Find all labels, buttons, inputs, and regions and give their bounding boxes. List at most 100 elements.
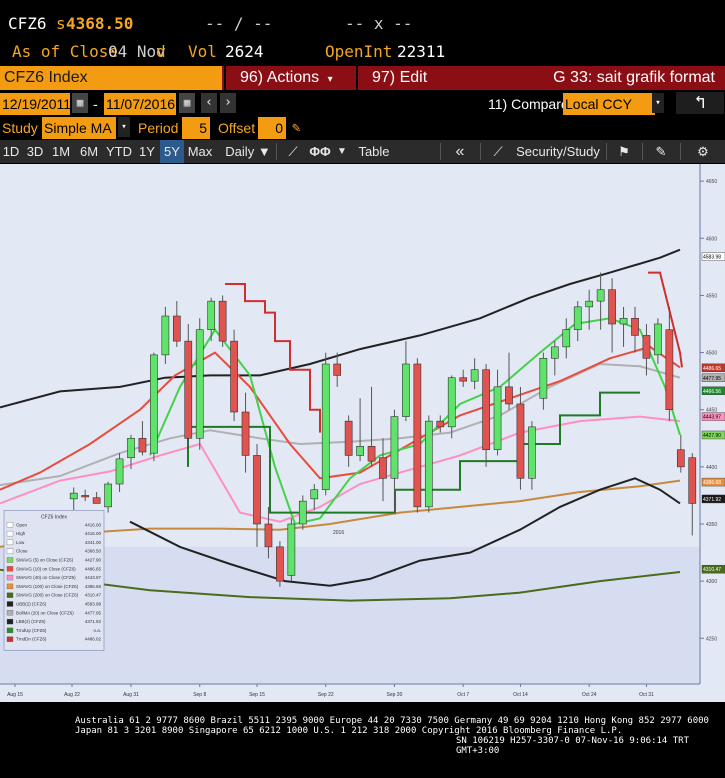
start-date-input[interactable]: 12/19/2011: [0, 93, 71, 115]
up-candle: [69, 492, 78, 500]
price-tag-label: 4386.68: [703, 480, 721, 486]
y-tick-label: 4300: [706, 579, 717, 585]
chevron-down-icon: ▼: [257, 144, 271, 159]
line-chart-icon[interactable]: ⟋: [282, 140, 304, 163]
study-label: Study: [2, 120, 38, 136]
price-tag-label: 4371.92: [703, 497, 721, 503]
next-arrow-icon[interactable]: ›: [220, 93, 236, 113]
x-tick-label: Oct 7: [457, 692, 469, 698]
legend-swatch: [6, 548, 14, 554]
price-tag-label: 4443.97: [703, 415, 721, 421]
x-tick-label: Aug 31: [123, 692, 139, 698]
footer-line-1: Australia 61 2 9777 8600 Brazil 5511 239…: [75, 716, 709, 726]
compare-label: 11) Compare: [488, 96, 569, 112]
period-input[interactable]: 5: [182, 117, 210, 139]
down-candle: [344, 420, 353, 456]
back-arrow-icon[interactable]: ↰: [676, 92, 724, 114]
actions-menu[interactable]: 96) Actions ▾: [224, 66, 354, 90]
down-candle: [184, 340, 193, 439]
legend-value: 4416.00: [85, 531, 102, 536]
up-candle: [654, 323, 662, 356]
chart-study-icon[interactable]: ⟋: [488, 140, 508, 163]
down-candle: [608, 289, 616, 325]
price-prefix: s: [56, 14, 66, 33]
legend-label: Open: [16, 522, 28, 527]
edit-icon[interactable]: ✎: [650, 140, 672, 163]
period-button-1m[interactable]: 1M: [48, 140, 74, 163]
period-button-max[interactable]: Max: [186, 140, 214, 163]
compare-select[interactable]: Local CCY: [563, 93, 655, 115]
period-button-6m[interactable]: 6M: [76, 140, 102, 163]
up-candle: [356, 445, 364, 456]
up-candle: [310, 489, 319, 500]
openint-value: 22311: [397, 42, 446, 61]
chart-canvas[interactable]: 465046004550450044504400435043004250Aug …: [0, 164, 725, 702]
period-button-1d[interactable]: 1D: [0, 140, 22, 163]
lower-band: [0, 546, 700, 684]
openint-label: OpenInt: [325, 42, 393, 61]
edit-menu[interactable]: 97) Edit ▾: [356, 66, 434, 109]
gear-icon[interactable]: ⚙: [692, 140, 714, 163]
end-date-input[interactable]: 11/07/2016: [104, 93, 176, 115]
x-tick-label: Oct 31: [639, 692, 654, 698]
legend-value: 4427.90: [85, 557, 102, 562]
quote-line: CFZ6 s 4368.50 -- / -- -- x --: [0, 14, 725, 36]
pct-change: -- x --: [345, 14, 413, 33]
flag-icon[interactable]: ⚑: [614, 140, 634, 163]
y-tick-label: 4350: [706, 522, 717, 528]
actions-label: 96) Actions: [240, 69, 320, 86]
legend-value: 4583.98: [85, 601, 102, 606]
offset-input[interactable]: 0: [258, 117, 286, 139]
down-candle: [379, 457, 387, 479]
chevron-down-icon[interactable]: ▾: [118, 117, 130, 137]
chevron-down-icon[interactable]: ▼: [335, 140, 349, 163]
up-candle: [585, 300, 594, 308]
down-candle: [516, 403, 525, 479]
calendar-icon[interactable]: ▦: [72, 93, 88, 113]
legend-swatch: [6, 592, 14, 598]
prev-arrow-icon[interactable]: ‹: [201, 93, 217, 113]
down-candle: [482, 369, 490, 451]
frequency-label: Daily: [225, 144, 255, 159]
study-select[interactable]: Simple MA: [42, 117, 116, 139]
chevron-down-icon: ▾: [327, 74, 333, 85]
period-button-3d[interactable]: 3D: [24, 140, 46, 163]
study-row: Study Simple MA ▾ Period 5 Offset 0 ✎: [0, 117, 725, 139]
frequency-select[interactable]: Daily ▼: [222, 140, 274, 163]
up-candle: [195, 329, 204, 439]
legend-value: 4386.68: [85, 584, 102, 589]
price-chart[interactable]: 4650 4600 4550 4500 4450 4400 4350 4300 4250 Aug …: [0, 164, 725, 702]
y-tick-label: 4650: [706, 179, 717, 185]
collapse-icon[interactable]: «: [446, 140, 474, 163]
period-button-1y[interactable]: 1Y: [136, 140, 158, 163]
legend-swatch: [6, 610, 14, 616]
legend-value: 4310.47: [85, 593, 102, 598]
table-button[interactable]: Table: [355, 140, 393, 163]
pencil-icon[interactable]: ✎: [292, 117, 300, 139]
legend-label: Low: [16, 540, 25, 545]
period-button-5y[interactable]: 5Y: [160, 140, 184, 163]
candle-chart-icon[interactable]: ΦΦ: [308, 140, 332, 163]
legend-swatch: [6, 530, 14, 537]
legend-swatch: [6, 574, 14, 581]
legend-swatch: [6, 583, 14, 590]
date-range-row: 12/19/2011 ▦ - 11/07/2016 ▦ ‹ › 11) Comp…: [0, 92, 725, 116]
up-candle: [161, 315, 170, 356]
date-separator: -: [93, 96, 98, 112]
down-candle: [505, 386, 513, 405]
legend-value: n.a.: [93, 628, 101, 633]
legend-value: 4368.50: [85, 549, 102, 554]
calendar-icon[interactable]: ▦: [179, 93, 195, 113]
legend-swatch: [6, 557, 14, 563]
vol-label: Vol: [188, 42, 217, 61]
down-candle: [367, 445, 376, 462]
y-tick-label: 4550: [706, 293, 717, 299]
footer-line-3: SN 106219 H257-3307-0 07-Nov-16 9:06:14 …: [456, 736, 689, 756]
security-study-button[interactable]: Security/Study: [516, 140, 600, 163]
x-tick-label: Sep 30: [387, 692, 403, 698]
legend-value: 4486.65: [85, 566, 102, 571]
chart-toolbar: 1D 3D 1M 6M YTD 1Y 5Y Max Daily ▼ ⟋ ΦΦ ▼ Table …: [0, 140, 725, 163]
chevron-down-icon[interactable]: ▾: [652, 93, 664, 113]
security-field[interactable]: CFZ6 Index: [0, 66, 222, 90]
period-button-ytd[interactable]: YTD: [104, 140, 134, 163]
